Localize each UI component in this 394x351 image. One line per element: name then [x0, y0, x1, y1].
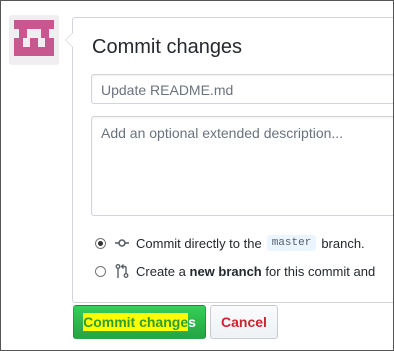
commit-button-text-rest: s — [188, 314, 196, 330]
option-new-branch[interactable]: Create a new branch for this commit and — [95, 262, 375, 280]
git-commit-icon — [115, 239, 129, 247]
commit-description-placeholder: Add an optional extended description... — [101, 125, 344, 141]
option-new-branch-suffix: for this commit and — [265, 263, 376, 279]
commit-summary-input[interactable]: Update README.md — [91, 74, 393, 104]
radio-new-branch[interactable] — [95, 265, 106, 277]
commit-button-highlighted-text: Commit change — [83, 313, 189, 331]
option-commit-directly[interactable]: Commit directly to the master branch. — [95, 234, 365, 252]
git-pull-request-icon — [115, 264, 129, 278]
option-new-branch-text: Create a — [136, 263, 186, 279]
user-avatar[interactable] — [9, 15, 59, 65]
radio-commit-directly[interactable] — [95, 237, 106, 249]
commit-panel: Commit changes Update README.md Add an o… — [0, 0, 394, 351]
cancel-button[interactable]: Cancel — [210, 305, 278, 339]
identicon-avatar-icon — [14, 20, 54, 56]
commit-description-textarea[interactable]: Add an optional extended description... — [91, 116, 393, 216]
option-direct-suffix: branch. — [321, 235, 365, 251]
option-new-branch-bold: new branch — [189, 263, 262, 279]
branch-name-badge: master — [266, 235, 317, 251]
commit-form-box: Commit changes Update README.md Add an o… — [65, 17, 393, 303]
commit-changes-button[interactable]: Commit change s — [73, 305, 206, 339]
option-direct-text: Commit directly to the — [136, 235, 262, 251]
commit-summary-placeholder: Update README.md — [101, 82, 234, 98]
commit-form-title: Commit changes — [92, 36, 243, 58]
